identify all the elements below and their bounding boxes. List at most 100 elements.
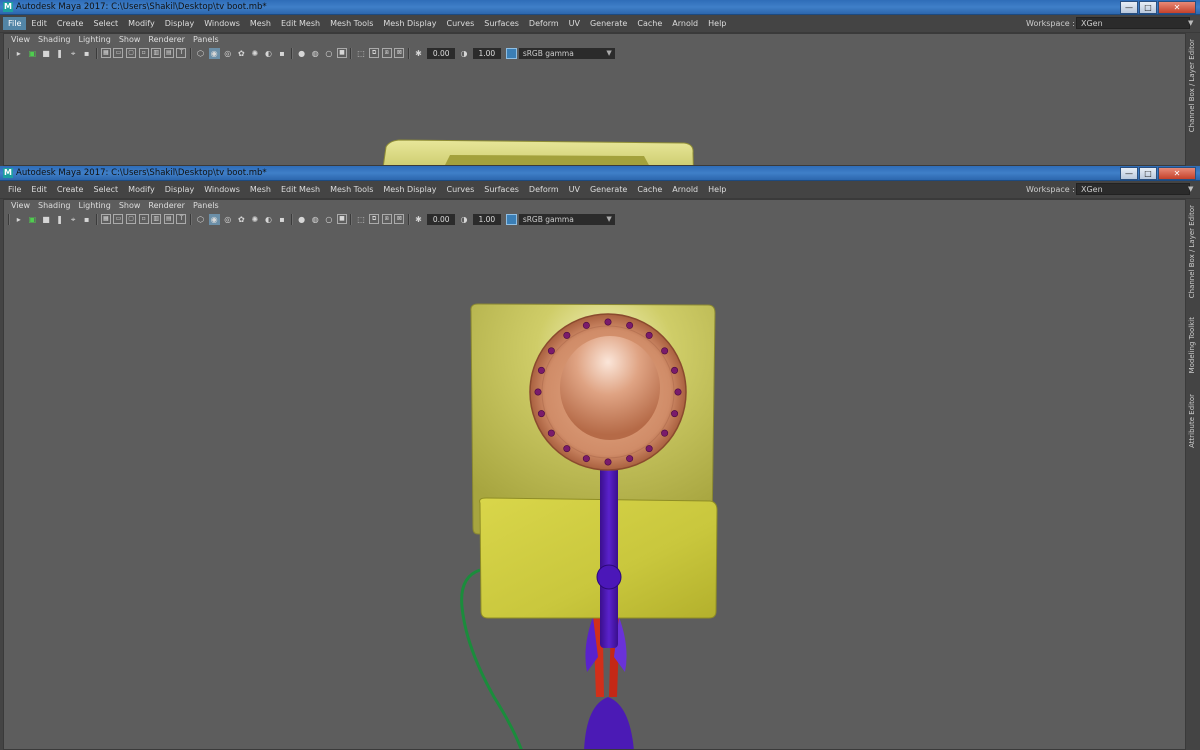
title-bar[interactable]: M Autodesk Maya 2017: C:\Users\Shakil\De… (0, 166, 1200, 181)
xray-joints-icon[interactable]: ⧉ (369, 48, 380, 58)
panel-menu-lighting[interactable]: Lighting (74, 34, 114, 46)
menu-create[interactable]: Create (52, 183, 89, 196)
xray-components-icon[interactable]: ⧈ (381, 214, 392, 224)
grid-icon[interactable]: ▦ (100, 48, 111, 58)
menu-help[interactable]: Help (703, 183, 731, 196)
menu-select[interactable]: Select (88, 183, 123, 196)
title-bar[interactable]: M Autodesk Maya 2017: C:\Users\Shakil\De… (0, 0, 1200, 15)
film-gate-icon[interactable]: ▭ (113, 48, 124, 58)
chevron-down-icon[interactable]: ▼ (1188, 185, 1193, 193)
color-space-select[interactable]: sRGB gamma ▼ (518, 213, 615, 225)
field-chart-icon[interactable]: ▥ (151, 48, 162, 58)
panel-menu-view[interactable]: View (7, 34, 34, 46)
panel-menu-renderer[interactable]: Renderer (144, 200, 189, 212)
menu-generate[interactable]: Generate (585, 183, 632, 196)
menu-modify[interactable]: Modify (123, 183, 160, 196)
anti-alias-icon[interactable]: ◍ (310, 214, 321, 225)
tv-base[interactable] (479, 497, 718, 619)
exposure-field[interactable]: 0.00 (427, 213, 456, 225)
exposure-icon[interactable]: ✱ (413, 214, 424, 225)
menu-edit-mesh[interactable]: Edit Mesh (276, 17, 325, 30)
panel-menu-show[interactable]: Show (115, 200, 145, 212)
menu-select[interactable]: Select (88, 17, 123, 30)
depth-of-field-icon[interactable]: ○ (323, 214, 334, 225)
xray-joints-icon[interactable]: ⧉ (369, 214, 380, 224)
smooth-shade-icon[interactable]: ◉ (208, 213, 220, 225)
side-tab-channel-box[interactable]: Channel Box / Layer Editor (1188, 205, 1196, 298)
chevron-down-icon[interactable]: ▼ (1188, 19, 1193, 27)
viewport[interactable] (4, 61, 1185, 165)
menu-surfaces[interactable]: Surfaces (479, 17, 524, 30)
gate-mask-icon[interactable]: ▫ (138, 48, 149, 58)
anti-alias-icon[interactable]: ◍ (310, 48, 321, 59)
close-button[interactable]: ✕ (1158, 167, 1196, 180)
maximize-button[interactable]: □ (1139, 1, 1157, 14)
gamma-icon[interactable]: ◑ (459, 214, 470, 225)
exposure-icon[interactable]: ✱ (413, 48, 424, 59)
menu-deform[interactable]: Deform (524, 17, 564, 30)
menu-mesh-tools[interactable]: Mesh Tools (325, 17, 378, 30)
stem[interactable] (600, 448, 618, 648)
panel-menu-panels[interactable]: Panels (189, 200, 223, 212)
menu-cache[interactable]: Cache (632, 17, 667, 30)
shadow-icon[interactable]: ◐ (263, 48, 274, 59)
menu-edit-mesh[interactable]: Edit Mesh (276, 183, 325, 196)
backface-icon[interactable]: ⊠ (394, 214, 405, 224)
screen-space-ao-icon[interactable]: ▪ (277, 214, 288, 225)
close-button[interactable]: ✕ (1158, 1, 1196, 14)
menu-modify[interactable]: Modify (123, 17, 160, 30)
side-tab-attribute-editor[interactable]: Attribute Editor (1188, 394, 1196, 448)
bookmark-icon[interactable]: ❚ (54, 214, 65, 225)
smooth-shade-icon[interactable]: ◉ (208, 47, 220, 59)
menu-edit[interactable]: Edit (26, 17, 52, 30)
menu-uv[interactable]: UV (564, 17, 585, 30)
menu-mesh-display[interactable]: Mesh Display (378, 183, 441, 196)
panel-menu-lighting[interactable]: Lighting (74, 200, 114, 212)
color-space-select[interactable]: sRGB gamma ▼ (518, 47, 615, 59)
gamma-field[interactable]: 1.00 (472, 47, 501, 59)
gate-mask-icon[interactable]: ▫ (138, 214, 149, 224)
xray-components-icon[interactable]: ⧈ (381, 48, 392, 58)
image-plane-icon[interactable]: ⌖ (68, 48, 79, 59)
grid-icon[interactable]: ▦ (100, 214, 111, 224)
field-chart-icon[interactable]: ▥ (151, 214, 162, 224)
depth-of-field-icon[interactable]: ○ (323, 48, 334, 59)
menu-mesh[interactable]: Mesh (245, 183, 276, 196)
chevron-down-icon[interactable]: ▼ (606, 214, 611, 225)
panel-menu-panels[interactable]: Panels (189, 34, 223, 46)
color-management-icon[interactable] (505, 213, 517, 225)
camera-select-icon[interactable]: ▸ (13, 214, 24, 225)
safe-title-icon[interactable]: T (176, 214, 187, 224)
menu-deform[interactable]: Deform (524, 183, 564, 196)
panel-menu-show[interactable]: Show (115, 34, 145, 46)
side-tab-channel-box[interactable]: Channel Box / Layer Editor (1188, 39, 1196, 132)
menu-curves[interactable]: Curves (441, 17, 479, 30)
maximize-button[interactable]: □ (1139, 167, 1157, 180)
safe-action-icon[interactable]: ▤ (163, 214, 174, 224)
bookmark-icon[interactable]: ❚ (54, 48, 65, 59)
stem-joint[interactable] (596, 564, 622, 590)
resolution-gate-icon[interactable]: ▢ (126, 48, 137, 58)
texture-icon[interactable]: ✿ (236, 48, 247, 59)
menu-arnold[interactable]: Arnold (667, 183, 703, 196)
menu-display[interactable]: Display (160, 17, 200, 30)
wireframe-icon[interactable]: ⬡ (195, 214, 206, 225)
menu-cache[interactable]: Cache (632, 183, 667, 196)
wireframe-icon[interactable]: ⬡ (195, 48, 206, 59)
menu-file[interactable]: File (3, 17, 27, 30)
gamma-icon[interactable]: ◑ (459, 48, 470, 59)
menu-windows[interactable]: Windows (199, 17, 245, 30)
menu-uv[interactable]: UV (564, 183, 585, 196)
menu-edit[interactable]: Edit (26, 183, 52, 196)
lighting-icon[interactable]: ✺ (249, 214, 260, 225)
camera-select-icon[interactable]: ▸ (13, 48, 24, 59)
panel-menu-renderer[interactable]: Renderer (144, 34, 189, 46)
wireframe-on-shaded-icon[interactable]: ◎ (222, 214, 233, 225)
xray-icon[interactable]: ⬚ (356, 214, 367, 225)
minimize-button[interactable]: — (1120, 1, 1138, 14)
workspace-select[interactable]: XGen (1076, 183, 1190, 195)
viewport[interactable] (4, 227, 1185, 749)
side-tab-modeling-toolkit[interactable]: Modeling Toolkit (1188, 317, 1196, 373)
menu-help[interactable]: Help (703, 17, 731, 30)
motion-blur-icon[interactable]: ● (296, 214, 307, 225)
